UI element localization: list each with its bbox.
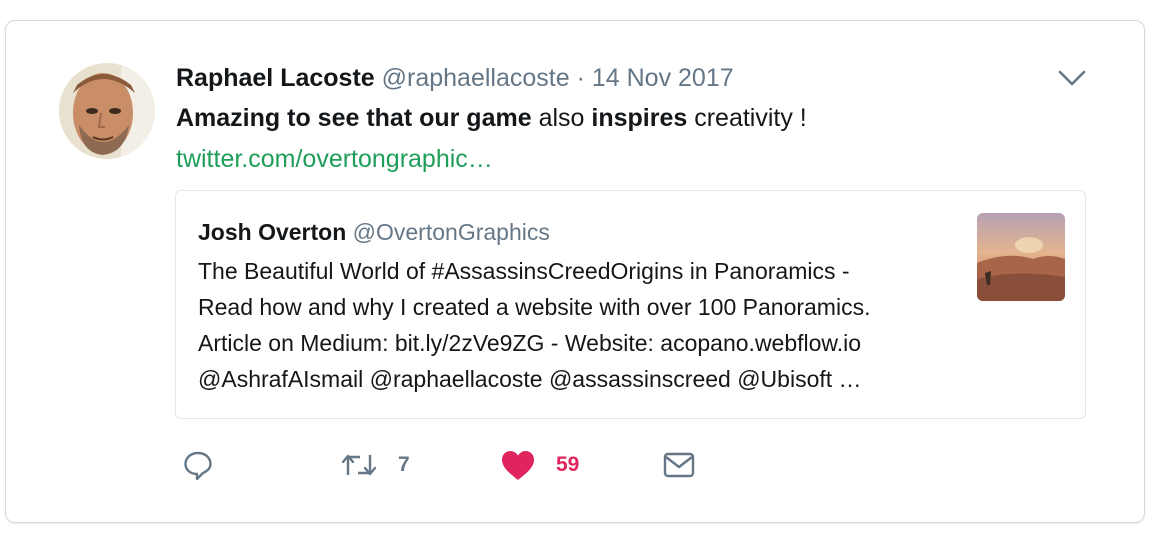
quoted-author-name: Josh Overton — [198, 219, 347, 245]
tweet-text: Amazing to see that our game also inspir… — [176, 101, 1056, 135]
quoted-header: Josh Overton @OvertonGraphics — [198, 218, 550, 246]
reply-icon — [182, 449, 214, 481]
tweet-header: Raphael Lacoste @raphaellacoste · 14 Nov… — [176, 62, 734, 94]
retweet-icon — [340, 449, 378, 481]
quoted-thumbnail — [977, 213, 1065, 301]
quoted-text-line: @AshrafAIsmail @raphaellacoste @assassin… — [198, 366, 862, 392]
tweet-text-segment: also — [531, 104, 592, 132]
quoted-text-line: Read how and why I created a website wit… — [198, 294, 871, 320]
tweet-text-segment: Amazing to see that our game — [176, 104, 532, 132]
envelope-icon — [662, 449, 696, 481]
like-count: 59 — [556, 453, 580, 476]
tweet-text-segment: creativity ! — [687, 104, 807, 132]
author-name[interactable]: Raphael Lacoste — [176, 64, 375, 92]
retweet-button[interactable]: 7 — [340, 445, 410, 485]
header-separator: · — [576, 64, 585, 92]
like-button[interactable]: 59 — [500, 445, 579, 485]
quoted-tweet[interactable]: Josh Overton @OvertonGraphics The Beauti… — [175, 190, 1086, 419]
tweet-date[interactable]: 14 Nov 2017 — [592, 64, 734, 92]
quoted-text-line: The Beautiful World of #AssassinsCreedOr… — [198, 258, 850, 284]
chevron-down-icon[interactable] — [1056, 64, 1088, 92]
retweet-count: 7 — [398, 453, 410, 476]
tweet-text-segment: inspires — [591, 104, 688, 132]
heart-icon — [500, 449, 536, 481]
author-handle[interactable]: @raphaellacoste — [382, 64, 570, 92]
quoted-text-line: Article on Medium: bit.ly/2zVe9ZG - Webs… — [198, 330, 862, 356]
quoted-author-handle: @OvertonGraphics — [352, 219, 550, 245]
reply-button[interactable] — [182, 445, 214, 485]
tweet-link[interactable]: twitter.com/overtongraphic… — [176, 142, 493, 176]
quoted-text: The Beautiful World of #AssassinsCreedOr… — [198, 253, 958, 397]
author-avatar[interactable] — [59, 63, 155, 159]
direct-message-button[interactable] — [662, 445, 696, 485]
